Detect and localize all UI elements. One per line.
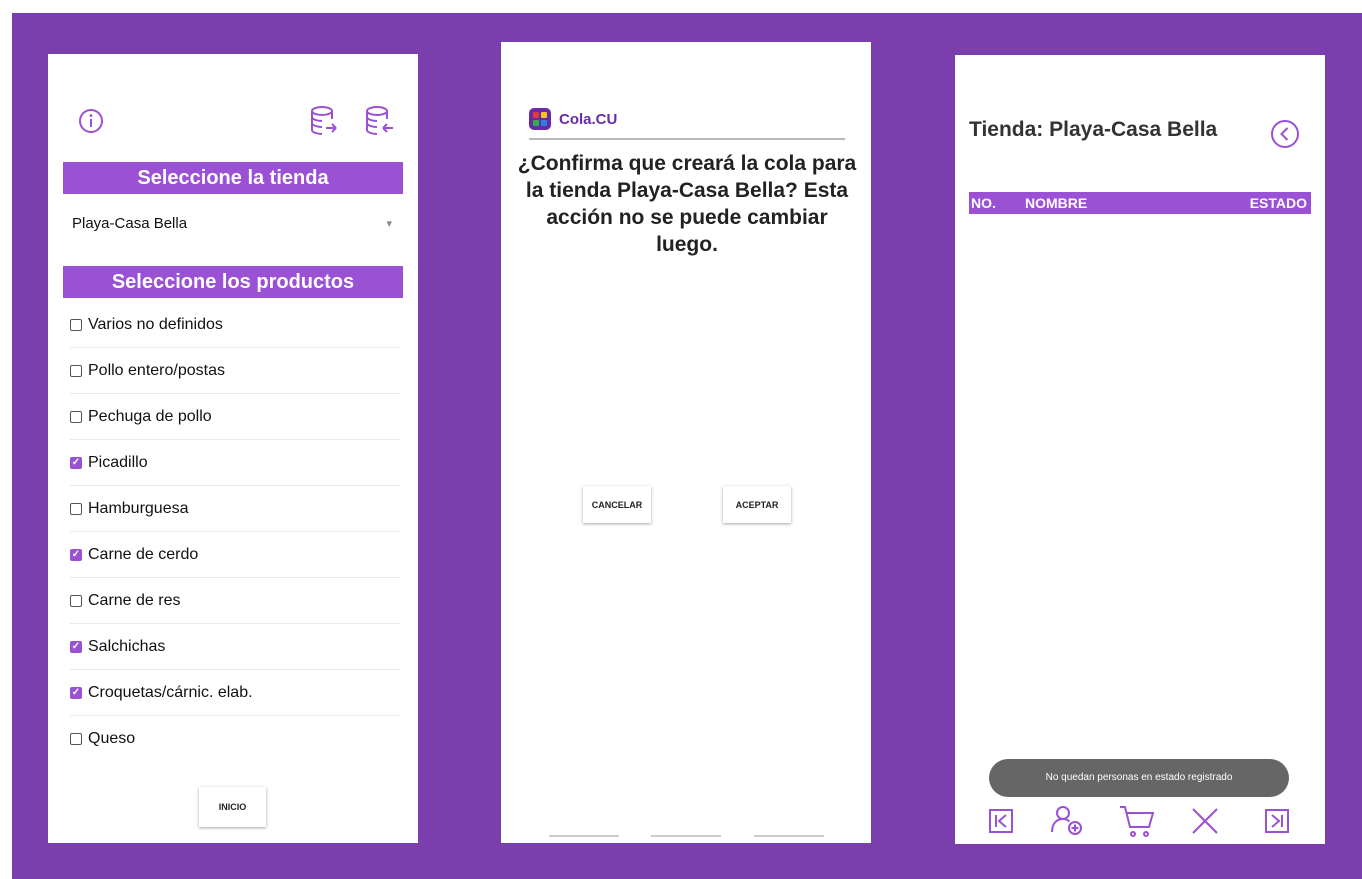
- product-label: Salchichas: [88, 637, 166, 655]
- dropdown-caret-icon: ▾: [386, 218, 392, 230]
- products-section-header: Seleccione los productos: [63, 266, 403, 298]
- checkbox-unchecked[interactable]: [70, 502, 82, 515]
- app-bar: Cola.CU: [529, 104, 845, 140]
- checkbox-checked[interactable]: [70, 456, 82, 469]
- database-import-icon[interactable]: [308, 104, 342, 138]
- store-dropdown[interactable]: Playa-Casa Bella ▾: [72, 211, 392, 237]
- product-item[interactable]: Carne de res: [70, 578, 400, 624]
- checkbox-unchecked[interactable]: [70, 364, 82, 377]
- product-label: Carne de res: [88, 591, 181, 609]
- store-product-selection-screen: Seleccione la tienda Playa-Casa Bella ▾ …: [48, 54, 418, 843]
- checkbox-unchecked[interactable]: [70, 594, 82, 607]
- purple-backdrop: Seleccione la tienda Playa-Casa Bella ▾ …: [12, 13, 1362, 879]
- back-icon[interactable]: [1270, 119, 1300, 149]
- store-dropdown-value: Playa-Casa Bella: [72, 215, 188, 232]
- queue-table-header: NO. NOMBRE ESTADO: [969, 192, 1311, 214]
- confirm-queue-screen: Cola.CU ¿Confirma que creará la cola par…: [501, 42, 871, 843]
- nav-hint-bar: [651, 835, 721, 837]
- nav-hint-bar: [549, 835, 619, 837]
- close-icon[interactable]: [1185, 801, 1225, 841]
- product-item[interactable]: Picadillo: [70, 440, 400, 486]
- info-icon[interactable]: [78, 108, 104, 134]
- start-button[interactable]: INICIO: [199, 787, 266, 827]
- column-no: NO.: [971, 195, 996, 211]
- product-item[interactable]: Queso: [70, 716, 400, 761]
- product-label: Varios no definidos: [88, 315, 223, 333]
- nav-hint-bar: [754, 835, 824, 837]
- product-item[interactable]: Hamburguesa: [70, 486, 400, 532]
- product-label: Pollo entero/postas: [88, 361, 225, 379]
- checkbox-checked[interactable]: [70, 548, 82, 561]
- checkbox-checked[interactable]: [70, 640, 82, 653]
- column-status: ESTADO: [1249, 195, 1307, 211]
- accept-button[interactable]: ACEPTAR: [723, 486, 791, 523]
- product-item[interactable]: Croquetas/cárnic. elab.: [70, 670, 400, 716]
- product-item[interactable]: Pechuga de pollo: [70, 394, 400, 440]
- app-logo-icon: [529, 108, 551, 130]
- app-title: Cola.CU: [559, 111, 618, 128]
- first-page-icon[interactable]: [981, 801, 1021, 841]
- product-label: Carne de cerdo: [88, 545, 199, 563]
- product-label: Hamburguesa: [88, 499, 189, 517]
- checkbox-unchecked[interactable]: [70, 410, 82, 423]
- checkbox-unchecked[interactable]: [70, 732, 82, 745]
- store-section-header: Seleccione la tienda: [63, 162, 403, 194]
- product-label: Croquetas/cárnic. elab.: [88, 683, 253, 701]
- queue-list-screen: Tienda: Playa-Casa Bella NO. NOMBRE ESTA…: [955, 55, 1325, 844]
- product-item[interactable]: Pollo entero/postas: [70, 348, 400, 394]
- product-label: Pechuga de pollo: [88, 407, 212, 425]
- product-item[interactable]: Varios no definidos: [70, 302, 400, 348]
- product-item[interactable]: Carne de cerdo: [70, 532, 400, 578]
- product-list: Varios no definidos Pollo entero/postas Pe…: [70, 302, 400, 761]
- product-label: Queso: [88, 729, 136, 747]
- database-export-icon[interactable]: [363, 104, 397, 138]
- store-title: Tienda: Playa-Casa Bella: [969, 118, 1218, 141]
- product-item[interactable]: Salchichas: [70, 624, 400, 670]
- last-page-icon[interactable]: [1257, 801, 1297, 841]
- add-person-icon[interactable]: [1047, 801, 1087, 841]
- confirm-message: ¿Confirma que creará la cola para la tie…: [517, 152, 857, 256]
- column-name: NOMBRE: [1025, 195, 1088, 211]
- cancel-button[interactable]: CANCELAR: [583, 486, 651, 523]
- checkbox-checked[interactable]: [70, 686, 82, 699]
- product-label: Picadillo: [88, 453, 148, 471]
- cart-icon[interactable]: [1117, 801, 1157, 841]
- checkbox-unchecked[interactable]: [70, 318, 82, 331]
- toast-message: No quedan personas en estado registrado: [989, 759, 1289, 797]
